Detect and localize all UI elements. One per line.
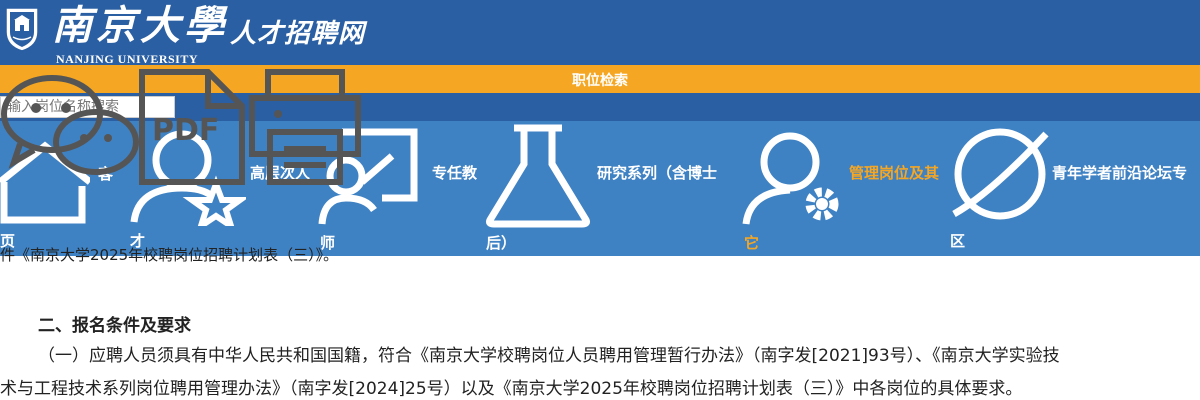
- paragraph-line-1: （一）应聘人员须具有中华人民共和国国籍，符合《南京大学校聘岗位人员聘用管理暂行办…: [38, 346, 1060, 366]
- nav-item-management[interactable]: 管理岗位及其: [849, 162, 939, 183]
- site-title[interactable]: 人才招聘网: [230, 13, 365, 50]
- user-gear-icon[interactable]: [742, 128, 850, 228]
- nav-item-research-line2[interactable]: 后）: [486, 232, 516, 253]
- nav-item-research[interactable]: 研究系列（含博士: [597, 162, 717, 183]
- nav-item-teacher[interactable]: 专任教: [432, 162, 477, 183]
- flask-icon[interactable]: [484, 124, 592, 228]
- nav-item-young-scholars-line2[interactable]: 区: [950, 230, 965, 251]
- university-emblem-icon[interactable]: [2, 4, 42, 52]
- nav-item-management-line2[interactable]: 它: [744, 232, 759, 253]
- section-heading: 二、报名条件及要求: [38, 316, 191, 336]
- paragraph-line-2: 术与工程技术系列岗位聘用管理办法》（南字发[2024]25号）以及《南京大学20…: [0, 379, 1023, 399]
- partial-text-line: 件《南京大学2025年校聘岗位招聘计划表（三）》。: [0, 246, 339, 264]
- print-icon[interactable]: [248, 68, 362, 186]
- nav-item-young-scholars[interactable]: 青年学者前沿论坛专: [1052, 162, 1187, 183]
- university-name-logo[interactable]: 南京大學: [52, 0, 228, 52]
- wechat-icon[interactable]: [0, 72, 142, 184]
- globe-icon[interactable]: [950, 124, 1050, 224]
- pdf-label: PDF: [152, 113, 219, 148]
- pdf-icon[interactable]: PDF: [138, 68, 248, 186]
